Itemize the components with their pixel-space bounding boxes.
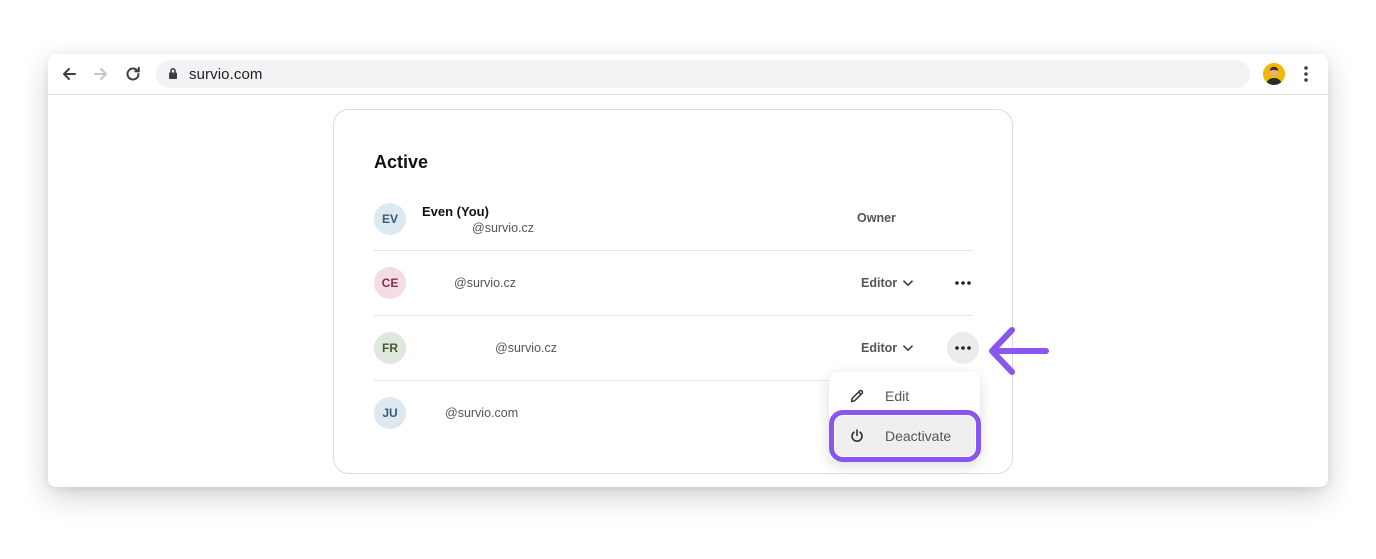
more-options-button[interactable] [947,267,979,299]
chevron-down-icon [903,279,913,286]
kebab-menu-icon [1304,66,1308,82]
arrow-left-icon [63,68,76,80]
role-label: Editor [861,276,898,290]
role-dropdown[interactable]: Editor [861,341,913,355]
browser-toolbar: survio.com [48,54,1328,95]
reload-icon [126,66,140,81]
member-email: @survio.com [445,406,519,420]
member-email: @survio.cz [454,276,517,290]
pencil-icon [850,389,864,403]
more-options-button[interactable] [947,332,979,364]
section-title: Active [374,152,429,172]
profile-avatar[interactable] [1263,63,1285,85]
member-row: EV Even (You) @survio.cz Owner [374,186,972,251]
role-label: Editor [861,341,898,355]
address-bar[interactable]: survio.com [156,60,1250,88]
avatar: JU [374,397,406,429]
url-text: survio.com [189,66,263,83]
avatar: EV [374,203,406,235]
avatar: CE [374,267,406,299]
edit-label: Edit [885,388,910,404]
forward-button[interactable] [90,63,112,85]
pointer-arrow-icon [989,327,1049,375]
member-name: Even (You) [422,204,489,219]
member-role: Owner [857,211,896,225]
lock-icon [169,68,177,79]
browser-menu-button[interactable] [1296,63,1316,85]
more-horizontal-icon [955,281,971,285]
more-horizontal-icon [955,346,971,350]
profile-avatar-icon [1263,63,1285,85]
avatar: FR [374,332,406,364]
member-email: @survio.cz [495,341,558,355]
arrow-right-icon [94,68,107,80]
browser-window: survio.com Active EV Even (You) @survio.… [48,54,1328,487]
chevron-down-icon [903,344,913,351]
member-row: CE @survio.cz Editor [374,251,972,316]
member-email: @survio.cz [472,221,535,235]
reload-button[interactable] [122,63,144,85]
back-button[interactable] [58,63,80,85]
deactivate-highlight-outline [829,410,981,462]
role-dropdown[interactable]: Editor [861,276,913,290]
